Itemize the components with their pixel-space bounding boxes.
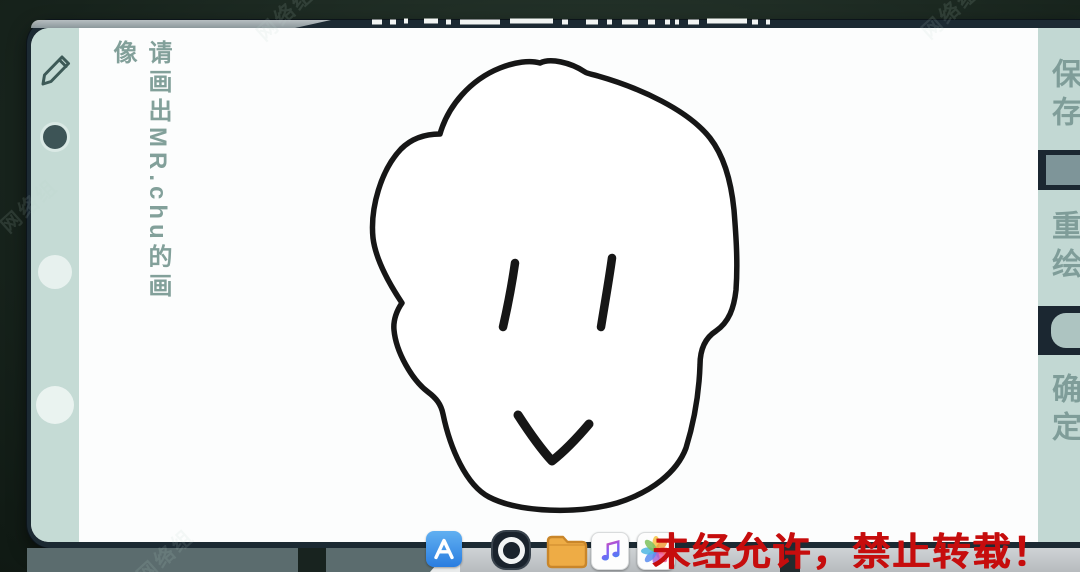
dock-music-icon[interactable] — [591, 532, 629, 570]
side-panel-slot-top-inner — [1046, 155, 1080, 185]
pencil-tool-button[interactable] — [35, 48, 75, 92]
video-frame: 请画出MR.chu的画像 保存 重绘 确定 未经允许，禁止转载！ — [0, 0, 1080, 572]
app-screen: 请画出MR.chu的画像 保存 重绘 确定 — [31, 28, 1080, 542]
confirm-button[interactable]: 确定 — [1043, 373, 1080, 449]
repost-warning-watermark: 未经允许，禁止转载！ — [652, 532, 1053, 572]
drawing-app-window: 请画出MR.chu的画像 保存 重绘 确定 — [27, 20, 1080, 548]
dock-app-store-icon[interactable] — [426, 531, 462, 567]
redraw-button[interactable]: 重绘 — [1043, 210, 1080, 286]
side-panel-slot-bottom[interactable] — [1038, 306, 1080, 355]
bezel-highlight — [31, 20, 331, 28]
dock-lens-icon[interactable] — [493, 532, 529, 568]
dock-folder-icon[interactable] — [543, 529, 591, 572]
app-store-glyph — [434, 538, 454, 560]
drawing-canvas[interactable]: 请画出MR.chu的画像 — [79, 28, 1038, 542]
left-toolbar — [31, 28, 79, 542]
save-button[interactable]: 保存 — [1043, 58, 1080, 134]
brush-size-medium[interactable] — [38, 255, 72, 289]
canvas-instruction-text: 请画出MR.chu的画像 — [109, 40, 171, 302]
side-panel-slot-bottom-inner — [1051, 313, 1080, 348]
brush-size-large[interactable] — [36, 386, 74, 424]
bar-notch — [298, 548, 326, 572]
brush-size-small-selected[interactable] — [43, 125, 67, 149]
pencil-icon — [35, 55, 75, 96]
lens-ring — [497, 536, 525, 564]
side-panel-slot-top[interactable] — [1038, 150, 1080, 190]
right-toolbar: 保存 重绘 确定 — [1038, 28, 1080, 542]
